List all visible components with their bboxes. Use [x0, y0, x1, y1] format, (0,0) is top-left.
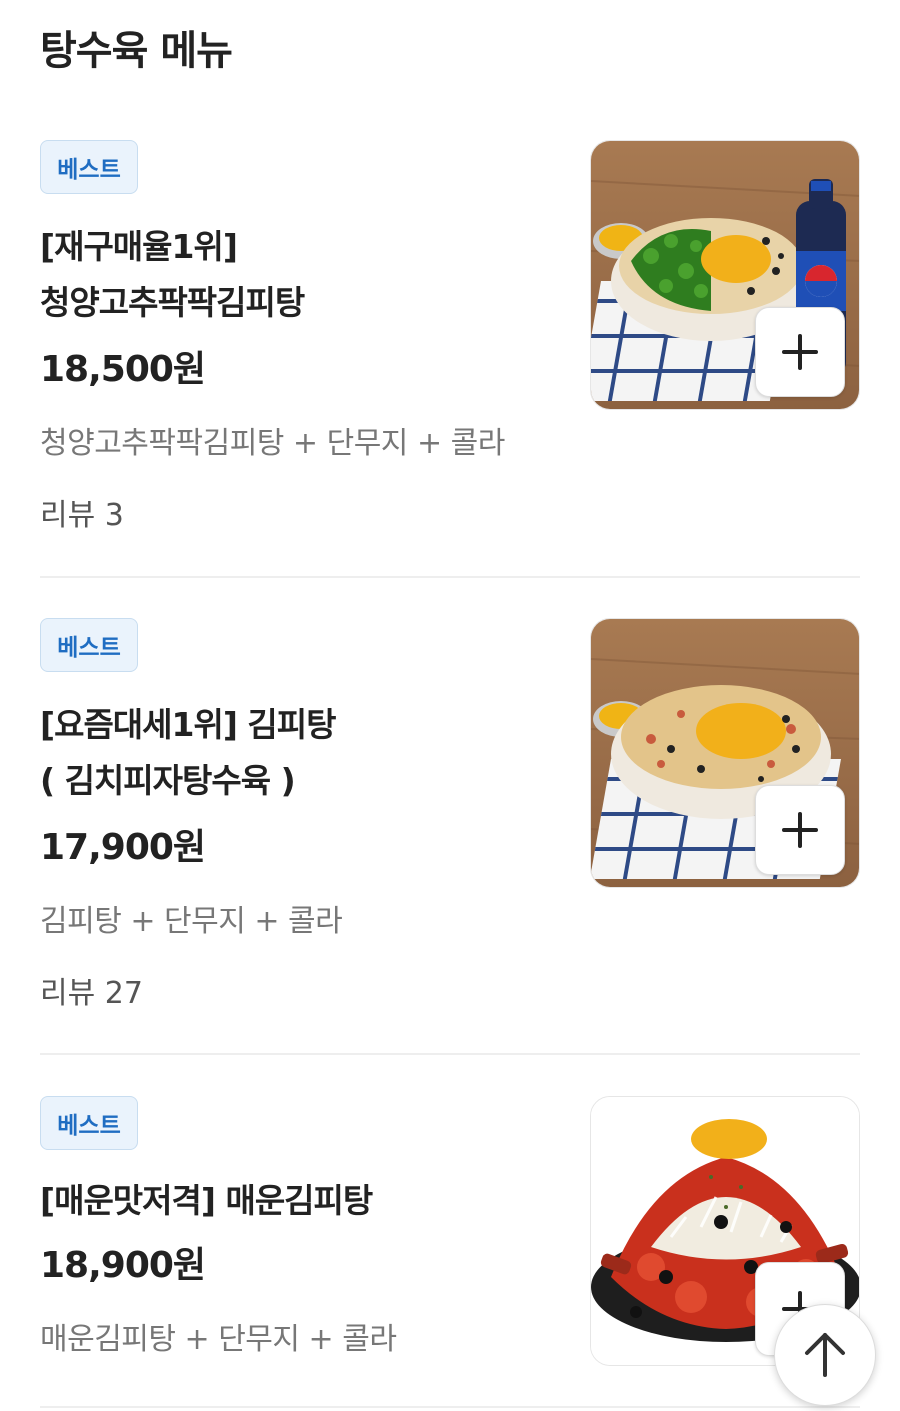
menu-item-name: 청양고추팍팍김피탕 [40, 283, 305, 322]
plus-icon [782, 334, 818, 370]
menu-item-price: 18,900원 [40, 1245, 206, 1286]
add-to-cart-button[interactable] [755, 307, 845, 397]
arrow-up-icon [805, 1333, 845, 1377]
menu-item[interactable]: 베스트 [요즘대세1위] 김피탕 ( 김치피자탕수육 ) 17,900원 김피탕… [40, 618, 860, 1018]
best-badge: 베스트 [40, 1096, 138, 1150]
divider [40, 1406, 860, 1408]
best-badge: 베스트 [40, 140, 138, 194]
divider [40, 576, 860, 578]
menu-item-description: 김피탕 + 단무지 + 콜라 [40, 904, 343, 939]
best-badge: 베스트 [40, 618, 138, 672]
menu-item-name: [재구매율1위] [40, 227, 238, 266]
review-count[interactable]: 리뷰 27 [40, 968, 143, 1012]
menu-item[interactable]: 베스트 [매운맛저격] 매운김피탕 18,900원 매운김피탕 + 단무지 + … [40, 1096, 860, 1411]
menu-item-description: 청양고추팍팍김피탕 + 단무지 + 콜라 [40, 426, 505, 461]
section-title: 탕수육 메뉴 [40, 28, 233, 74]
menu-item[interactable]: 베스트 [재구매율1위] 청양고추팍팍김피탕 18,500원 청양고추팍팍김피탕… [40, 140, 860, 540]
plus-icon [782, 812, 818, 848]
add-to-cart-button[interactable] [755, 785, 845, 875]
menu-item-price: 18,500원 [40, 349, 206, 390]
divider [40, 1053, 860, 1055]
scroll-to-top-button[interactable] [774, 1304, 876, 1406]
review-count[interactable]: 리뷰 3 [40, 490, 124, 534]
menu-item-name: ( 김치피자탕수육 ) [40, 761, 296, 800]
menu-item-name: [매운맛저격] 매운김피탕 [40, 1181, 373, 1220]
menu-item-description: 매운김피탕 + 단무지 + 콜라 [40, 1322, 397, 1357]
menu-item-price: 17,900원 [40, 827, 206, 868]
menu-item-name: [요즘대세1위] 김피탕 [40, 705, 336, 744]
